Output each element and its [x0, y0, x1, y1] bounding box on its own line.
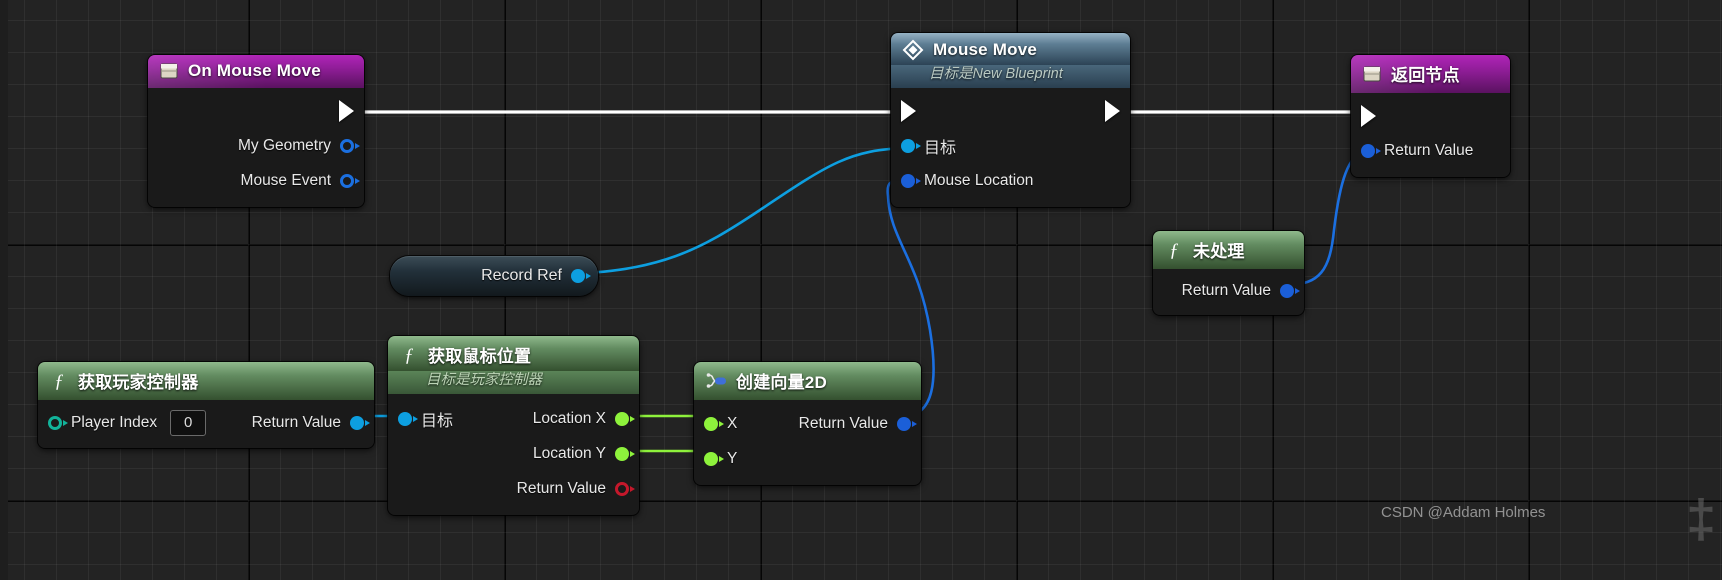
watermark-logo: ‡ — [1686, 489, 1717, 549]
input-pin-player-index[interactable] — [48, 416, 68, 430]
output-pin-location-x[interactable] — [615, 411, 635, 426]
exec-input-pin[interactable] — [1361, 105, 1376, 127]
row-player-index[interactable]: Player Index 0 Return Value — [38, 405, 374, 440]
event-icon — [160, 63, 178, 79]
node-make-vector-2d[interactable]: 创建向量2D X Return Value Y — [694, 362, 921, 485]
output-pin-return-value[interactable] — [350, 415, 370, 430]
output-pin-return-value[interactable] — [615, 482, 635, 496]
node-title-get-mouse-position: 获取鼠标位置 — [428, 347, 532, 366]
output-pin-location-y[interactable] — [615, 446, 635, 461]
player-index-value-field[interactable]: 0 — [170, 409, 207, 436]
node-body-on-mouse-move: My Geometry Mouse Event — [148, 88, 364, 207]
node-subtitle-get-mouse-position: 目标是玩家控制器 — [426, 372, 542, 388]
watermark-text: CSDN @Addam Holmes — [1381, 504, 1546, 521]
node-header-get-player-controller: ƒ 获取玩家控制器 — [38, 362, 374, 400]
output-pin-return-value[interactable] — [1280, 283, 1300, 298]
row-return-value[interactable]: Return Value — [388, 471, 639, 506]
node-unhandled[interactable]: ƒ 未处理 Return Value — [1153, 231, 1304, 315]
event-icon — [1363, 66, 1381, 81]
pin-label-my-geometry: My Geometry — [237, 136, 331, 154]
node-record-ref[interactable]: Record Ref — [390, 256, 598, 296]
node-title-unhandled: 未处理 — [1193, 242, 1245, 261]
exec-output-pin[interactable] — [1105, 100, 1120, 122]
pin-label-return-value: Return Value — [251, 413, 341, 431]
pin-label-return-value: Return Value — [516, 479, 606, 497]
node-subtitle-band-get-mouse-position: 目标是玩家控制器 — [388, 368, 639, 394]
node-title-make-vector-2d: 创建向量2D — [736, 373, 827, 392]
node-header-mouse-move-call: Mouse Move — [891, 33, 1130, 65]
row-target-and-location-x[interactable]: 目标 Location X — [388, 401, 639, 436]
pin-label-target: 目标 — [421, 412, 454, 430]
pin-label-location-x: Location X — [532, 409, 606, 427]
interface-diamond-icon — [902, 39, 924, 61]
row-output-return-value[interactable]: Return Value — [1153, 273, 1304, 308]
row-exec-mouse-move-call[interactable] — [891, 94, 1130, 128]
node-body-get-mouse-position: 目标 Location X Location Y Return Value — [388, 394, 639, 515]
row-x-and-return-value[interactable]: X Return Value — [694, 406, 921, 441]
node-title-record-ref: Record Ref — [481, 267, 562, 284]
output-pin-return-value[interactable] — [897, 416, 917, 431]
row-input-mouse-location[interactable]: Mouse Location — [891, 163, 1130, 198]
node-header-make-vector-2d: 创建向量2D — [694, 362, 921, 400]
node-body-unhandled: Return Value — [1153, 269, 1304, 315]
pin-label-return-value: Return Value — [798, 414, 888, 432]
svg-text:ƒ: ƒ — [1169, 240, 1179, 260]
pin-label-mouse-location: Mouse Location — [924, 171, 1034, 189]
function-icon: ƒ — [404, 345, 414, 365]
node-subtitle-band-mouse-move-call: 目标是New Blueprint — [891, 62, 1130, 88]
blueprint-graph-canvas[interactable]: On Mouse Move My Geometry Mouse Event Re… — [0, 0, 1722, 580]
row-input-target[interactable]: 目标 — [891, 128, 1130, 163]
node-header-get-mouse-position: ƒ 获取鼠标位置 — [388, 336, 639, 371]
node-header-return: 返回节点 — [1351, 55, 1510, 93]
output-pin-record-ref[interactable] — [571, 269, 591, 283]
svg-text:ƒ: ƒ — [54, 371, 64, 391]
pin-label-x: X — [727, 414, 738, 432]
row-output-mouse-event[interactable]: Mouse Event — [148, 163, 364, 198]
node-header-unhandled: ƒ 未处理 — [1153, 231, 1304, 269]
node-get-player-controller[interactable]: ƒ 获取玩家控制器 Player Index 0 Return Value — [38, 362, 374, 448]
row-output-my-geometry[interactable]: My Geometry — [148, 128, 364, 163]
node-return[interactable]: 返回节点 Return Value — [1351, 55, 1510, 177]
svg-text:ƒ: ƒ — [404, 345, 414, 365]
node-body-mouse-move-call: 目标 Mouse Location — [891, 88, 1130, 207]
function-icon: ƒ — [54, 371, 64, 391]
output-pin-my-geometry[interactable] — [340, 139, 360, 153]
pin-label-location-y: Location Y — [533, 444, 606, 462]
node-body-make-vector-2d: X Return Value Y — [694, 400, 921, 485]
graph-left-edge — [0, 0, 8, 580]
pin-label-return-value: Return Value — [1384, 141, 1474, 159]
input-pin-y[interactable] — [704, 451, 724, 466]
row-exec-return[interactable] — [1351, 99, 1510, 133]
pin-label-return-value: Return Value — [1181, 281, 1271, 299]
input-pin-x[interactable] — [704, 416, 724, 431]
node-body-get-player-controller: Player Index 0 Return Value — [38, 400, 374, 448]
node-body-return: Return Value — [1351, 93, 1510, 177]
row-exec-out-on-mouse-move[interactable] — [148, 94, 364, 128]
node-on-mouse-move[interactable]: On Mouse Move My Geometry Mouse Event — [148, 55, 364, 207]
node-title-mouse-move-call: Mouse Move — [933, 40, 1038, 59]
node-title-on-mouse-move: On Mouse Move — [188, 61, 321, 80]
input-pin-target[interactable] — [901, 138, 921, 153]
pin-label-mouse-event: Mouse Event — [240, 171, 331, 189]
output-pin-mouse-event[interactable] — [340, 174, 360, 188]
exec-input-pin[interactable] — [901, 100, 916, 122]
row-y[interactable]: Y — [694, 441, 921, 476]
input-pin-target[interactable] — [398, 411, 418, 426]
node-title-return: 返回节点 — [1391, 66, 1460, 85]
input-pin-return-value[interactable] — [1361, 143, 1381, 158]
node-header-on-mouse-move: On Mouse Move — [148, 55, 364, 88]
pin-label-target: 目标 — [924, 139, 957, 157]
make-struct-icon — [706, 372, 726, 388]
node-mouse-move-call[interactable]: Mouse Move 目标是New Blueprint 目标 Mouse Loc… — [891, 33, 1130, 207]
pin-label-y: Y — [727, 449, 738, 467]
input-pin-mouse-location[interactable] — [901, 173, 921, 188]
function-icon: ƒ — [1169, 240, 1179, 260]
pin-label-player-index: Player Index — [71, 413, 158, 431]
row-location-y[interactable]: Location Y — [388, 436, 639, 471]
exec-output-pin[interactable] — [339, 100, 354, 122]
row-input-return-value[interactable]: Return Value — [1351, 133, 1510, 168]
node-subtitle-mouse-move-call: 目标是New Blueprint — [929, 66, 1063, 82]
node-title-get-player-controller: 获取玩家控制器 — [78, 373, 199, 392]
node-get-mouse-position[interactable]: ƒ 获取鼠标位置 目标是玩家控制器 目标 Location X Location… — [388, 336, 639, 515]
